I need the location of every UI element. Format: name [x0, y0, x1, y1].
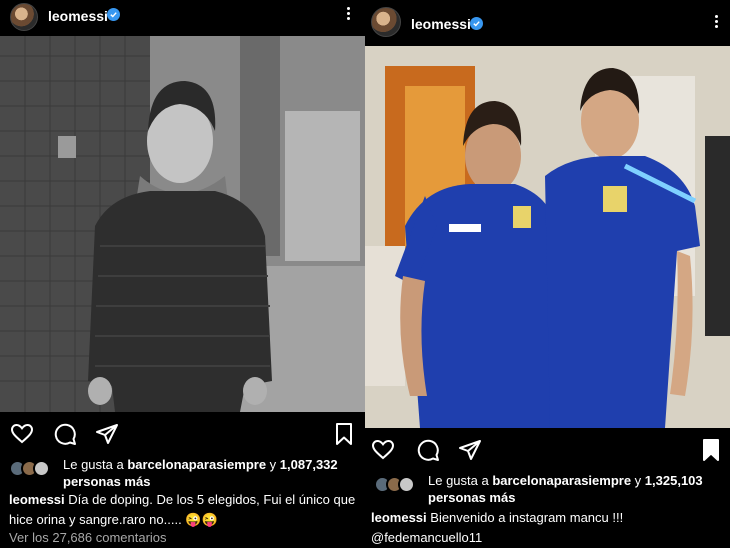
likes-suffix: personas más — [428, 490, 516, 505]
comment-icon[interactable] — [53, 422, 77, 446]
caption-username[interactable]: leomessi — [9, 492, 65, 507]
share-icon[interactable] — [95, 422, 119, 446]
post-caption: leomessi Bienvenido a instagram mancu !!… — [371, 508, 724, 548]
likes-text: Le gusta a barcelonaparasiempre y 1,087,… — [63, 456, 363, 490]
share-icon[interactable] — [458, 438, 482, 462]
verified-badge-icon — [107, 8, 120, 21]
view-comments-link[interactable]: Ver los 27,686 comentarios — [9, 530, 167, 545]
post-actions — [0, 422, 365, 448]
more-options-icon[interactable] — [340, 2, 356, 24]
liked-by-prefix: Le gusta a — [63, 457, 128, 472]
liked-by-user[interactable]: barcelonaparasiempre — [127, 457, 266, 472]
liker-avatar — [398, 476, 415, 493]
profile-avatar[interactable] — [371, 7, 401, 37]
post-photo[interactable] — [365, 46, 730, 428]
likes-suffix: personas más — [63, 474, 151, 489]
heart-icon[interactable] — [371, 438, 395, 462]
post-actions — [365, 438, 730, 464]
post-username[interactable]: leomessi — [48, 8, 108, 24]
comment-icon[interactable] — [416, 438, 440, 462]
liked-by-user[interactable]: barcelonaparasiempre — [492, 473, 631, 488]
verified-badge-icon — [470, 17, 483, 30]
caption-username[interactable]: leomessi — [371, 510, 427, 525]
liker-avatars — [9, 460, 55, 478]
profile-avatar[interactable] — [10, 3, 38, 31]
bookmark-icon[interactable] — [332, 422, 356, 446]
post-caption: leomessi Día de doping. De los 5 elegido… — [9, 490, 359, 530]
post-header: leomessi — [0, 0, 365, 36]
liker-avatars — [374, 476, 420, 494]
post-header: leomessi — [365, 0, 730, 37]
liker-avatar — [33, 460, 50, 477]
more-options-icon[interactable] — [708, 10, 724, 32]
post-left: leomessi Le gusta a barcelonaparasiempre… — [0, 0, 365, 548]
post-photo[interactable] — [0, 36, 365, 412]
heart-icon[interactable] — [10, 422, 34, 446]
likes-text: Le gusta a barcelonaparasiempre y 1,325,… — [428, 472, 728, 506]
likes-count: 1,087,332 — [279, 457, 338, 472]
liked-by-mid: y — [631, 473, 645, 488]
post-right: leomessi Le gusta a barcelonaparasiempre… — [365, 0, 730, 548]
liked-by-prefix: Le gusta a — [428, 473, 493, 488]
post-username[interactable]: leomessi — [411, 16, 471, 32]
bookmark-icon[interactable] — [699, 438, 723, 462]
likes-count: 1,325,103 — [644, 473, 703, 488]
liked-by-mid: y — [266, 457, 280, 472]
